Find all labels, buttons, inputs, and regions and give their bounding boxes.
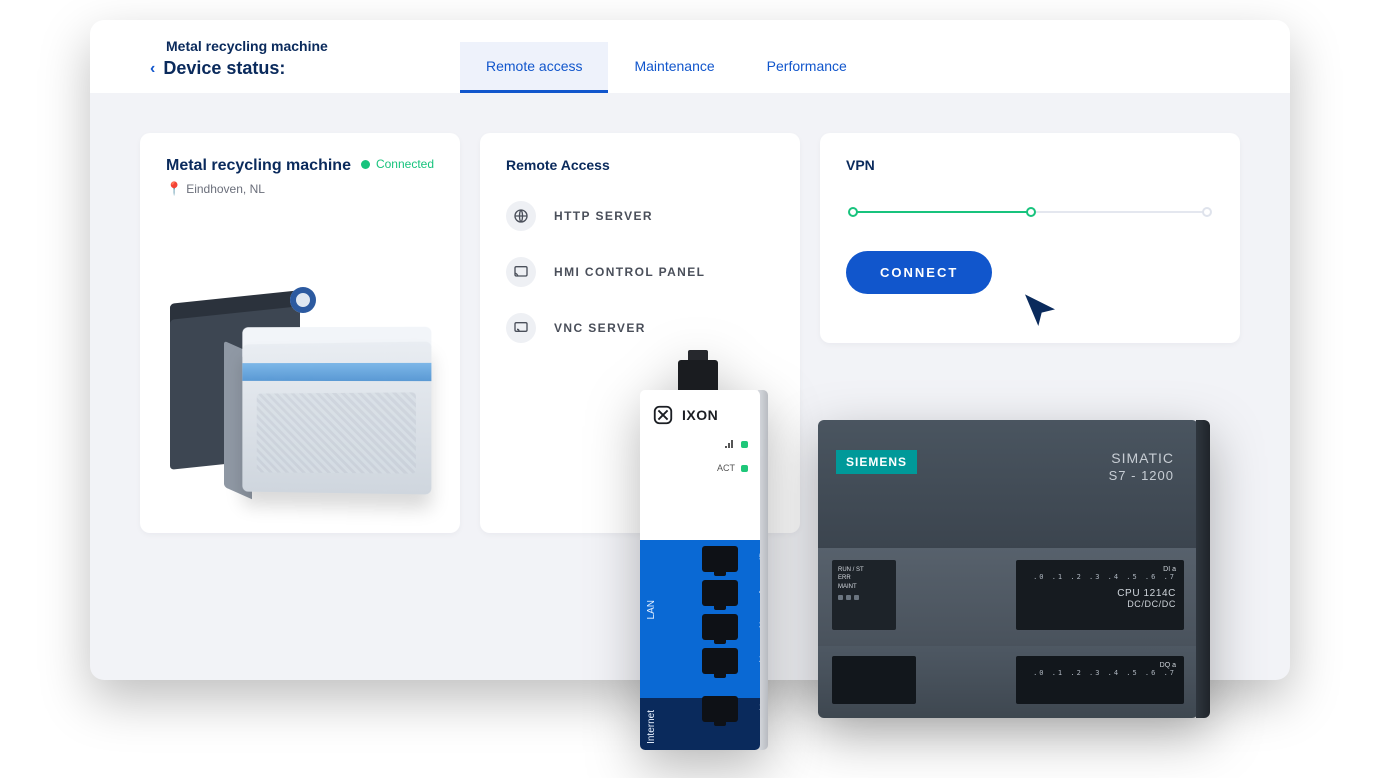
vpn-progress: [846, 207, 1214, 217]
tab-maintenance[interactable]: Maintenance: [608, 42, 740, 93]
plc-status-panel: RUN / ST ERR MAINT: [832, 560, 896, 630]
status-dot-icon: [361, 160, 370, 169]
header: Metal recycling machine ‹ Device status:…: [90, 20, 1290, 93]
back-button[interactable]: ‹: [150, 60, 155, 78]
router-brand: IXON: [682, 407, 718, 423]
vpn-step-3-icon: [1202, 207, 1212, 217]
vpn-card: VPN CONNECT: [820, 133, 1240, 343]
tab-remote-access[interactable]: Remote access: [460, 42, 608, 93]
router-act-led: ACT: [652, 463, 748, 473]
machine-image: [160, 293, 440, 513]
remote-item-label: HTTP SERVER: [554, 209, 653, 223]
router-ports: 5 4 3 2 1: [702, 546, 750, 730]
machine-name: Metal recycling machine: [166, 157, 351, 175]
plc-brand: SIEMENS: [836, 450, 917, 474]
tab-performance[interactable]: Performance: [741, 42, 873, 93]
cursor-icon: [1020, 291, 1060, 331]
screen-icon: [506, 313, 536, 343]
remote-item-label: HMI CONTROL PANEL: [554, 265, 705, 279]
remote-item-vnc[interactable]: VNC SERVER: [506, 313, 774, 343]
status-label: Connected: [376, 157, 434, 171]
ixon-logo-icon: [652, 404, 674, 426]
router-signal-led: [652, 440, 748, 449]
vpn-title: VPN: [846, 157, 1214, 173]
remote-access-title: Remote Access: [506, 157, 774, 173]
remote-item-label: VNC SERVER: [554, 321, 646, 335]
router-device: IXON ACT LAN Internet 5 4 3 2 1: [640, 360, 768, 760]
vpn-step-2-icon: [1026, 207, 1036, 217]
plc-model: SIMATIC S7 - 1200: [1109, 450, 1174, 483]
location-text: Eindhoven, NL: [186, 182, 265, 196]
plc-dq-strip: DQ a .0 .1 .2 .3 .4 .5 .6 .7: [1016, 656, 1184, 704]
location-pin-icon: 📍: [166, 181, 182, 197]
page-title: Device status:: [163, 58, 285, 79]
cast-icon: [506, 257, 536, 287]
vpn-step-1-icon: [848, 207, 858, 217]
machine-location: 📍 Eindhoven, NL: [166, 181, 351, 197]
router-internet-label: Internet: [646, 710, 657, 744]
tabs: Remote access Maintenance Performance: [460, 42, 873, 93]
globe-icon: [506, 201, 536, 231]
machine-card: Metal recycling machine 📍 Eindhoven, NL …: [140, 133, 460, 533]
plc-cpu-label: CPU 1214C DC/DC/DC: [1117, 588, 1176, 609]
plc-device: SIEMENS SIMATIC S7 - 1200 RUN / ST ERR M…: [818, 420, 1198, 730]
plc-port-cover: [832, 656, 916, 704]
remote-item-hmi[interactable]: HMI CONTROL PANEL: [506, 257, 774, 287]
connect-button[interactable]: CONNECT: [846, 251, 992, 294]
status-badge: Connected: [361, 157, 434, 171]
router-lan-label: LAN: [646, 600, 657, 619]
remote-item-http[interactable]: HTTP SERVER: [506, 201, 774, 231]
